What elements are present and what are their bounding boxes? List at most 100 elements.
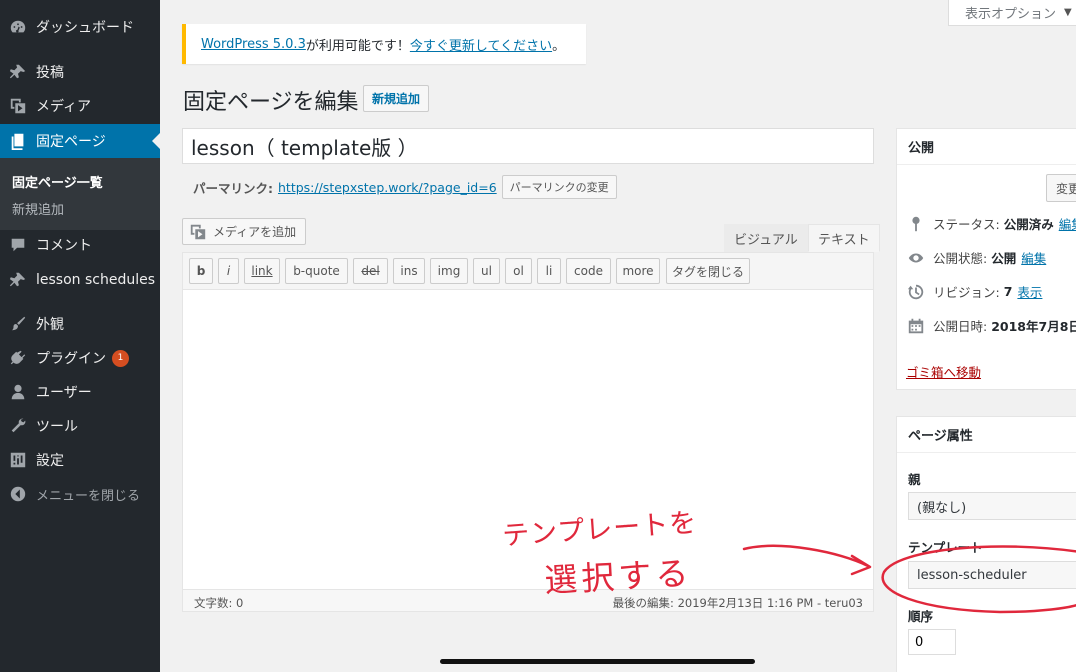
editor-status-bar: 文字数: 0 最後の編集: 2019年2月13日 1:16 PM - teru0… — [183, 589, 873, 611]
menu-label: ダッシュボード — [36, 20, 134, 36]
menu-label: 設定 — [36, 453, 64, 469]
date-row: 公開日時: 2018年7月8日 — [907, 316, 1076, 335]
wordpress-version-link[interactable]: WordPress 5.0.3 — [201, 37, 306, 52]
date-value: 2018年7月8日 — [991, 319, 1076, 334]
content-textarea[interactable] — [183, 290, 873, 589]
quicktag-code-button[interactable]: code — [566, 258, 611, 284]
plugin-icon — [0, 349, 36, 367]
visibility-row: 公開状態: 公開 編集 — [907, 248, 1046, 267]
dashboard-icon — [0, 18, 36, 36]
menu-label: 固定ページ — [36, 134, 106, 150]
menu-plugins[interactable]: プラグイン 1 — [0, 341, 160, 375]
preview-changes-button[interactable]: 変更 — [1046, 174, 1076, 202]
media-icon — [0, 97, 36, 115]
menu-tools[interactable]: ツール — [0, 409, 160, 443]
visibility-value: 公開 — [991, 251, 1017, 266]
menu-dashboard[interactable]: ダッシュボード — [0, 10, 160, 44]
menu-media[interactable]: メディア — [0, 89, 160, 123]
user-icon — [0, 383, 36, 401]
comment-icon — [0, 236, 36, 254]
add-new-button[interactable]: 新規追加 — [363, 85, 430, 112]
menu-collapse[interactable]: メニューを閉じる — [0, 477, 160, 511]
menu-appearance[interactable]: 外観 — [0, 307, 160, 341]
quicktag-ul-button[interactable]: ul — [473, 258, 500, 284]
status-edit-link[interactable]: 編集 — [1059, 214, 1076, 233]
change-permalink-button[interactable]: パーマリンクの変更 — [501, 175, 617, 199]
home-indicator — [440, 659, 755, 664]
visibility-edit-link[interactable]: 編集 — [1021, 248, 1046, 267]
pin-icon — [0, 63, 36, 81]
tab-text[interactable]: テキスト — [808, 224, 880, 252]
notice-end: 。 — [552, 38, 566, 54]
menu-label: 投稿 — [36, 65, 64, 81]
menu-label: ツール — [36, 419, 78, 435]
parent-select[interactable]: (親なし) — [908, 492, 1076, 520]
page-title: 固定ページを編集 — [183, 90, 359, 115]
template-select[interactable]: lesson-scheduler — [908, 561, 1076, 589]
move-to-trash-link[interactable]: ゴミ箱へ移動 — [906, 362, 981, 381]
wrench-icon — [0, 417, 36, 435]
pages-submenu: 固定ページ一覧 新規追加 — [0, 158, 160, 230]
collapse-icon — [0, 485, 36, 503]
quicktags-toolbar: b i link b-quote del ins img ul ol li co… — [183, 253, 873, 290]
quicktag-close-tags-button[interactable]: タグを閉じる — [666, 258, 750, 284]
submenu-add-new[interactable]: 新規追加 — [12, 199, 64, 218]
settings-icon — [0, 451, 36, 469]
menu-label: ユーザー — [36, 385, 92, 401]
revisions-label: リビジョン: — [933, 285, 1000, 300]
order-input[interactable] — [908, 629, 956, 655]
quicktag-more-button[interactable]: more — [616, 258, 660, 284]
page-attributes-box: ページ属性 親 (親なし) テンプレート lesson-scheduler 順序 — [896, 416, 1076, 672]
admin-sidebar: ダッシュボード 投稿 メディア 固定ページ 固定ページ一覧 新規追加 コメント … — [0, 0, 160, 672]
quicktag-img-button[interactable]: img — [430, 258, 468, 284]
permalink-url-link[interactable]: https://stepxstep.work/?page_id=6 — [278, 180, 497, 195]
pin-icon — [0, 271, 36, 289]
submenu-all-pages[interactable]: 固定ページ一覧 — [12, 172, 103, 191]
page-icon — [0, 132, 36, 150]
quicktag-bquote-button[interactable]: b-quote — [285, 258, 348, 284]
revisions-value: 7 — [1003, 284, 1013, 299]
eye-icon — [908, 253, 924, 262]
post-title-input[interactable] — [182, 128, 874, 164]
editor-container: b i link b-quote del ins img ul ol li co… — [182, 252, 874, 612]
quicktag-italic-button[interactable]: i — [218, 258, 239, 284]
tab-visual[interactable]: ビジュアル — [724, 224, 808, 252]
quicktag-li-button[interactable]: li — [537, 258, 561, 284]
quicktag-link-button[interactable]: link — [244, 258, 280, 284]
quicktag-ins-button[interactable]: ins — [393, 258, 425, 284]
menu-posts[interactable]: 投稿 — [0, 55, 160, 89]
menu-users[interactable]: ユーザー — [0, 375, 160, 409]
history-icon — [907, 284, 924, 299]
add-media-label: メディアを追加 — [213, 225, 297, 239]
caret-down-icon: ▼ — [1064, 7, 1072, 18]
revisions-row: リビジョン: 7 表示 — [907, 282, 1042, 301]
status-value: 公開済み — [1003, 217, 1054, 232]
update-now-link[interactable]: 今すぐ更新してください — [410, 35, 552, 54]
last-edited-info: 最後の編集: 2019年2月13日 1:16 PM - teru03 — [612, 596, 863, 610]
quicktag-del-button[interactable]: del — [353, 258, 388, 284]
menu-pages[interactable]: 固定ページ — [0, 124, 160, 158]
status-label: ステータス: — [933, 217, 1000, 232]
date-label: 公開日時: — [933, 319, 988, 334]
plugin-update-badge: 1 — [112, 349, 129, 367]
menu-lesson-schedules[interactable]: lesson schedules — [0, 263, 160, 297]
menu-label: メディア — [36, 99, 92, 115]
menu-label: 外観 — [36, 317, 64, 333]
screen-options-tab[interactable]: 表示オプション ▼ — [948, 0, 1076, 26]
publish-box-title: 公開 — [897, 129, 1076, 165]
status-row: ステータス: 公開済み 編集 — [907, 214, 1076, 233]
menu-comments[interactable]: コメント — [0, 228, 160, 262]
publish-box: 公開 変更 ステータス: 公開済み 編集 公開状態: 公開 編集 リビジョン: … — [896, 128, 1076, 390]
visibility-label: 公開状態: — [933, 251, 988, 266]
media-icon — [190, 224, 206, 239]
menu-label: メニューを閉じる — [36, 488, 141, 504]
screen-options-label: 表示オプション — [965, 7, 1057, 22]
add-media-button[interactable]: メディアを追加 — [182, 218, 307, 245]
pin-icon — [912, 216, 920, 231]
menu-settings[interactable]: 設定 — [0, 443, 160, 477]
update-notice: WordPress 5.0.3 が利用可能です！ 今すぐ更新してください 。 — [182, 24, 586, 64]
permalink-row: パーマリンク: https://stepxstep.work/?page_id=… — [193, 175, 617, 199]
quicktag-bold-button[interactable]: b — [189, 258, 213, 284]
quicktag-ol-button[interactable]: ol — [505, 258, 532, 284]
revisions-browse-link[interactable]: 表示 — [1017, 282, 1042, 301]
